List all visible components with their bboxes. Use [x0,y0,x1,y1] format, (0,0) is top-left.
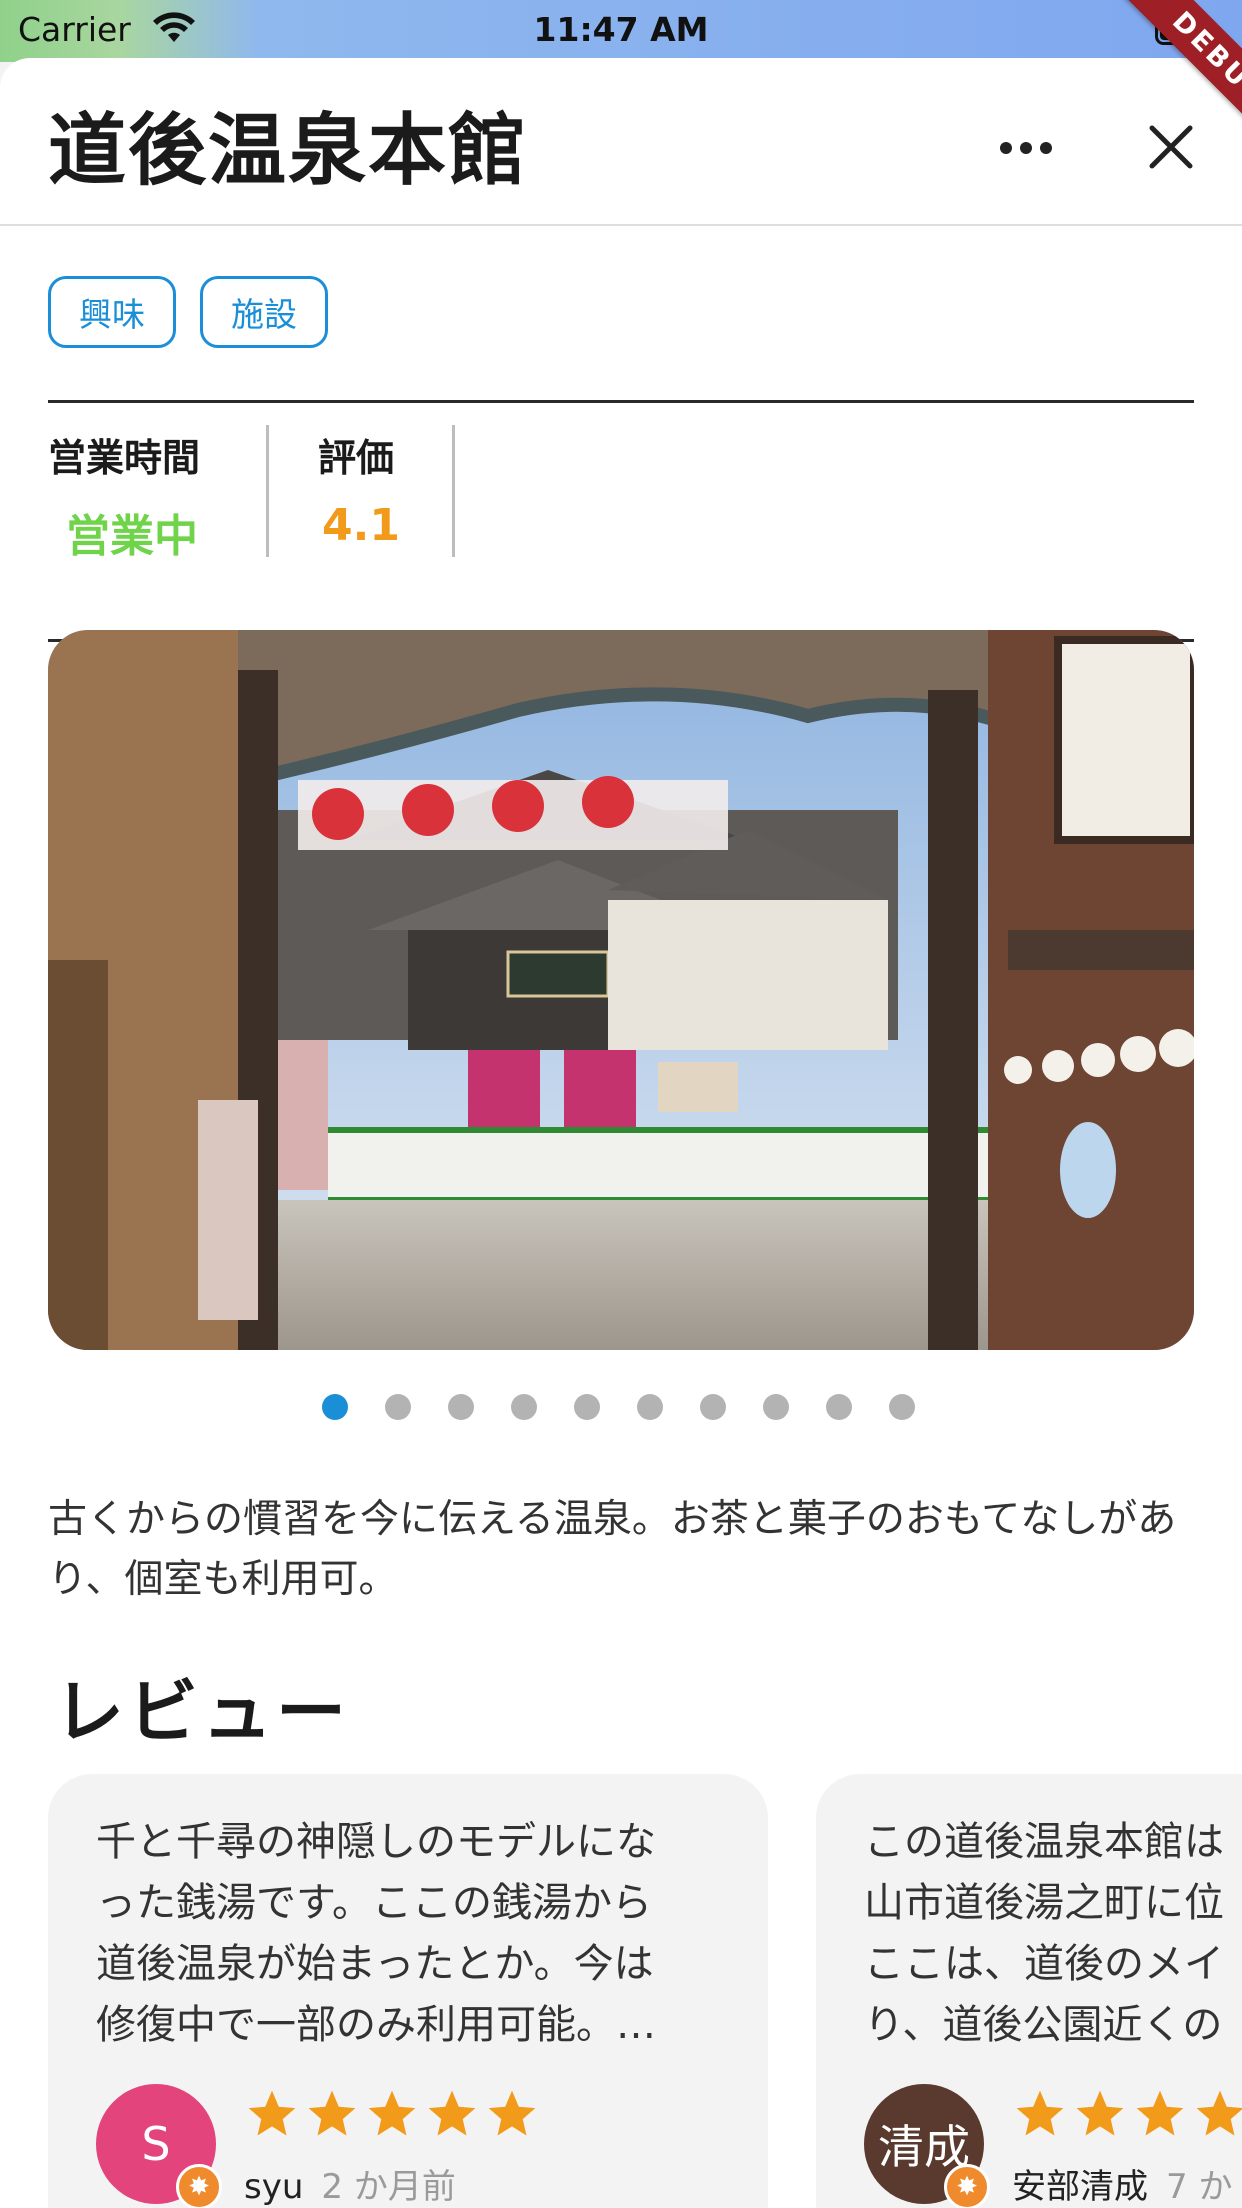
review-card[interactable]: この道後温泉本館は 山市道後湯之町に位 ここは、道後のメイ り、道後公園近くの … [816,1774,1242,2208]
carousel-dot[interactable] [763,1394,789,1420]
review-time: 7 か [1166,2167,1233,2207]
carousel-dot[interactable] [448,1394,474,1420]
review-text: 千と千尋の神隠しのモデルにな った銭湯です。ここの銭湯から 道後温泉が始まったと… [96,1819,656,2048]
place-photo[interactable] [48,630,1194,1350]
star-icon [1076,2090,1124,2136]
local-guide-badge-icon: ✸ [944,2164,990,2208]
carousel-indicator[interactable] [322,1394,915,1420]
hours-status: 営業中 [66,511,198,562]
tag-interest[interactable]: 興味 [48,276,176,348]
info-row: 営業時間 営業中 評価 4.1 [48,400,1194,642]
place-detail-sheet: 道後温泉本館 興味 施設 営業時間 営業中 評価 4.1 古くからの慣習を今に伝… [0,58,1242,2208]
star-icon [308,2090,356,2136]
rating-label: 評価 [318,436,395,480]
avatar[interactable]: 清成 ✸ [864,2084,990,2208]
reviewer-meta: 安部清成 7 か [1012,2159,1232,2208]
status-bar: Carrier 11:47 AM [0,0,1242,62]
star-icon [1196,2090,1242,2136]
sheet-header: 道後温泉本館 [0,58,1242,226]
more-options-icon[interactable] [990,118,1062,178]
reviewer-name: 安部清成 [1012,2167,1148,2207]
carousel-dot[interactable] [700,1394,726,1420]
close-icon[interactable] [1138,114,1204,180]
star-icon [1136,2090,1184,2136]
carousel-dot[interactable] [322,1394,348,1420]
star-icon [368,2090,416,2136]
star-rating [244,2086,540,2142]
tag-facility[interactable]: 施設 [200,276,328,348]
hours-label: 営業時間 [48,436,201,480]
star-rating [1012,2086,1242,2142]
star-icon [1016,2090,1064,2136]
star-icon [248,2090,296,2136]
carousel-dot[interactable] [385,1394,411,1420]
star-icon [428,2090,476,2136]
divider [266,425,269,557]
place-title: 道後温泉本館 [48,106,529,196]
avatar-initial: S [141,2117,171,2171]
clock: 11:47 AM [533,10,709,49]
reviewer-name: syu [244,2167,304,2207]
carousel-dot[interactable] [511,1394,537,1420]
hours-cell: 営業時間 営業中 [48,427,216,562]
rating-value: 4.1 [322,500,400,551]
reviews-heading: レビュー [54,1671,350,1753]
reviewer-meta: syu 2 か月前 [244,2159,456,2208]
carousel-dot[interactable] [574,1394,600,1420]
review-text: この道後温泉本館は 山市道後湯之町に位 ここは、道後のメイ り、道後公園近くの [864,1819,1224,2048]
place-description: 古くからの慣習を今に伝える温泉。お茶と菓子のおもてなしがあり、個室も利用可。 [48,1497,1177,1602]
category-tags: 興味 施設 [48,276,328,348]
divider [452,425,455,557]
local-guide-badge-icon: ✸ [176,2164,222,2208]
rating-cell: 評価 4.1 [318,427,404,557]
carousel-dot[interactable] [637,1394,663,1420]
star-icon [488,2090,536,2136]
review-time: 2 か月前 [321,2167,456,2207]
avatar[interactable]: S ✸ [96,2084,222,2208]
carousel-dot[interactable] [889,1394,915,1420]
review-card[interactable]: 千と千尋の神隠しのモデルにな った銭湯です。ここの銭湯から 道後温泉が始まったと… [48,1774,768,2208]
carousel-dot[interactable] [826,1394,852,1420]
